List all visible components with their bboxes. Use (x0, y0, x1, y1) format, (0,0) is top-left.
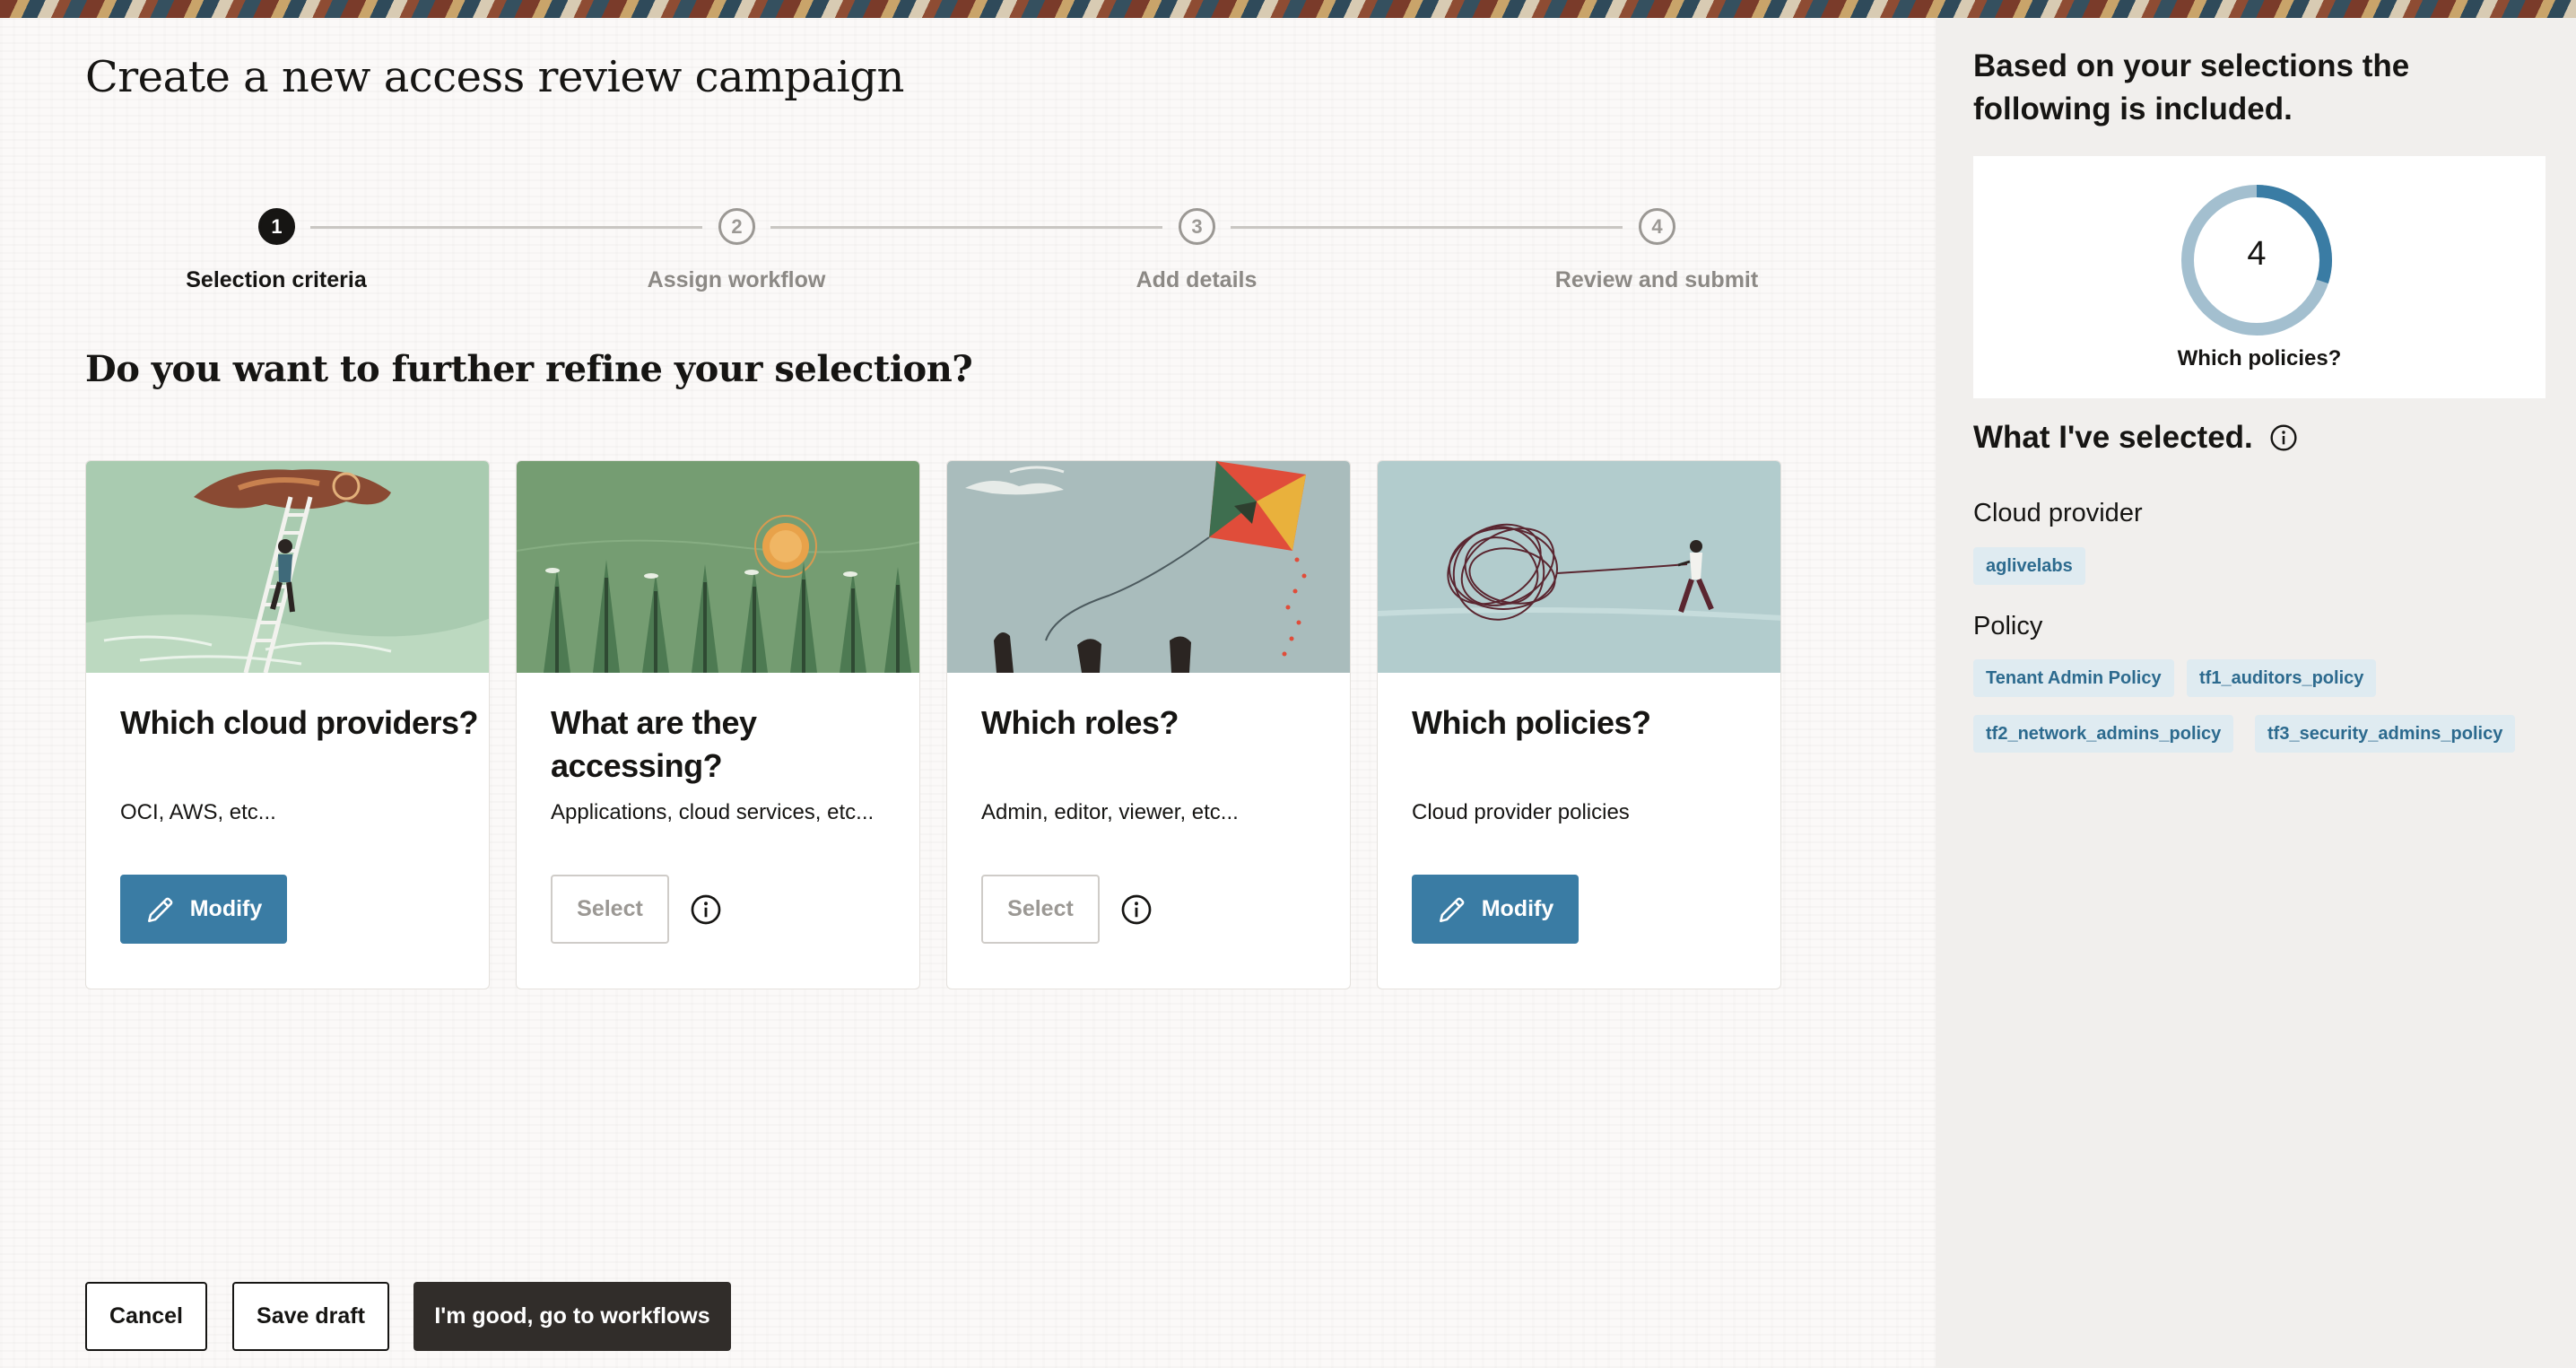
step-1-indicator: 1 (258, 208, 295, 245)
step-2-label: Assign workflow (647, 267, 826, 292)
save-draft-button[interactable]: Save draft (232, 1282, 389, 1351)
donut-label: Which policies? (2177, 346, 2342, 370)
card-title: Which cloud providers? (120, 704, 479, 741)
cancel-button[interactable]: Cancel (85, 1282, 207, 1351)
info-icon[interactable] (1120, 893, 1153, 926)
selection-chip[interactable]: tf3_security_admins_policy (2255, 715, 2516, 753)
card-description: OCI, AWS, etc... (120, 800, 276, 824)
pencil-icon (1439, 897, 1465, 922)
card-title: Which policies? (1412, 704, 1651, 741)
step-4-indicator: 4 (1639, 208, 1675, 245)
page-title: Create a new access review campaign (85, 52, 904, 102)
decorative-banner (0, 0, 2576, 18)
card-roles: Which roles? Admin, editor, viewer, etc.… (946, 460, 1351, 989)
modify-cloud-providers-button[interactable]: Modify (120, 875, 287, 944)
card-policies: Which policies? Cloud provider policies … (1377, 460, 1781, 989)
selection-chip[interactable]: tf1_auditors_policy (2187, 659, 2377, 697)
card-title: What are they accessing? (551, 704, 757, 784)
stepper-connector (310, 226, 702, 229)
card-title: Which roles? (981, 704, 1179, 741)
card-description: Admin, editor, viewer, etc... (981, 800, 1239, 824)
card-cloud-providers: Which cloud providers? OCI, AWS, etc... … (85, 460, 490, 989)
selection-chip[interactable]: tf2_network_admins_policy (1973, 715, 2234, 753)
forest-sun-illustration (517, 461, 919, 673)
step-3-indicator: 3 (1179, 208, 1215, 245)
donut-count: 4 (2247, 235, 2267, 273)
continue-to-workflows-button[interactable]: I'm good, go to workflows (413, 1282, 731, 1351)
pencil-icon (147, 897, 173, 922)
cloud-provider-group-label: Cloud provider (1973, 499, 2143, 527)
step-3-label: Add details (1136, 267, 1258, 292)
policy-group-label: Policy (1973, 612, 2043, 640)
step-2-indicator: 2 (718, 208, 755, 245)
modify-label: Modify (1481, 896, 1554, 921)
section-subtitle: Do you want to further refine your selec… (85, 348, 973, 390)
kite-hands-illustration (947, 461, 1350, 673)
side-panel-heading: Based on your selections the following i… (1973, 48, 2410, 126)
card-description: Cloud provider policies (1412, 800, 1630, 824)
select-roles-button[interactable]: Select (981, 875, 1100, 944)
selected-heading-text: What I've selected. (1973, 420, 2253, 455)
stepper-connector (770, 226, 1162, 229)
selected-heading: What I've selected. (1973, 420, 2298, 456)
step-4-label: Review and submit (1554, 267, 1759, 292)
stepper-connector (1231, 226, 1623, 229)
selection-chip[interactable]: Tenant Admin Policy (1973, 659, 2174, 697)
summary-card: 4 Which policies? (1973, 156, 2546, 398)
tangled-string-illustration (1378, 461, 1780, 673)
info-icon[interactable] (2269, 423, 2298, 452)
ladder-cloud-illustration (86, 461, 489, 673)
step-1-label: Selection criteria (186, 267, 367, 292)
modify-label: Modify (189, 896, 263, 921)
card-accessing: What are they accessing? Applications, c… (516, 460, 920, 989)
select-accessing-button[interactable]: Select (551, 875, 669, 944)
card-description: Applications, cloud services, etc... (551, 800, 875, 824)
modify-policies-button[interactable]: Modify (1412, 875, 1579, 944)
selection-chip[interactable]: aglivelabs (1973, 547, 2085, 585)
info-icon[interactable] (690, 893, 722, 926)
